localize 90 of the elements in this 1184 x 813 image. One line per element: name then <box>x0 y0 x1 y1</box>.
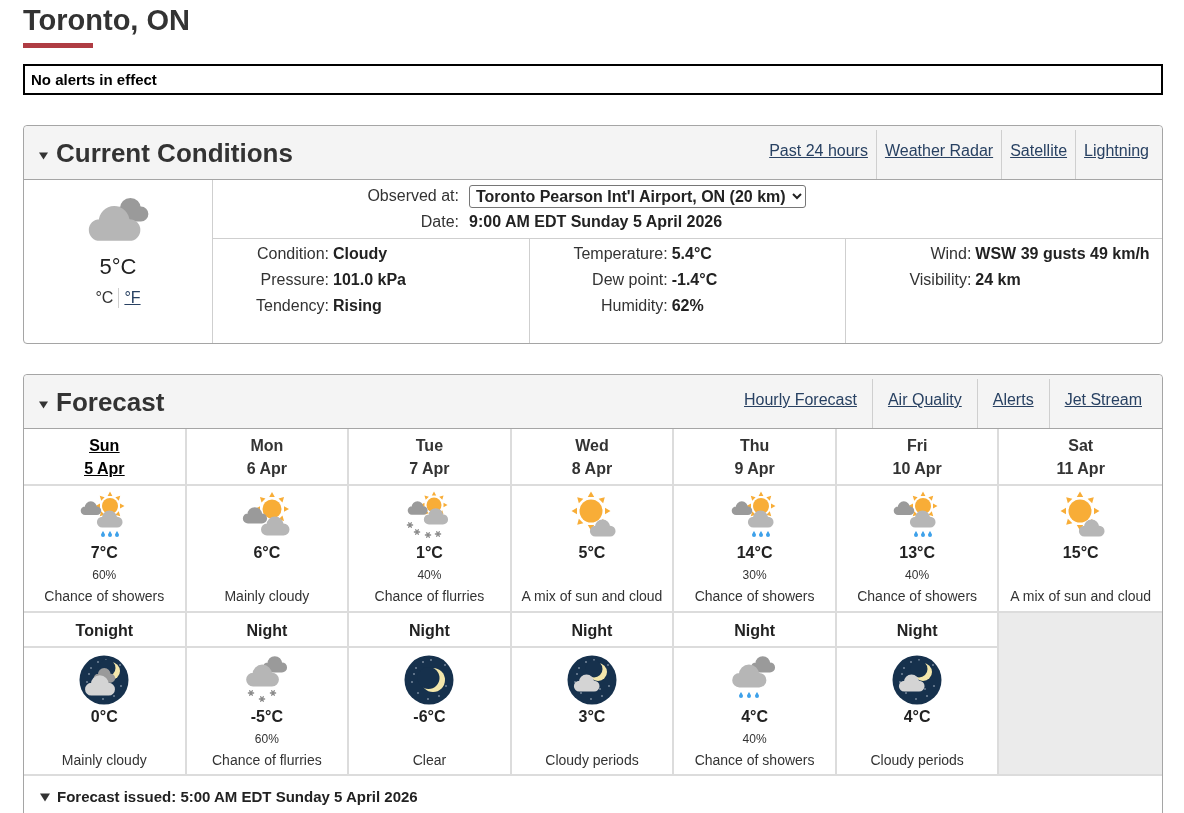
moon-stars-icon <box>404 655 455 705</box>
forecast-temperature: 4°C <box>741 707 768 727</box>
nav-link[interactable]: Air Quality <box>887 390 962 409</box>
forecast-temperature: 15°C <box>1062 543 1099 563</box>
day-tab[interactable]: Fri 10 Apr <box>892 434 942 480</box>
title-underline <box>23 43 93 48</box>
forecast-temperature: 1°C <box>416 543 443 563</box>
precipitation-chance: 60% <box>254 731 279 748</box>
forecast-temperature: 0°C <box>90 707 118 727</box>
precipitation-chance: 60% <box>92 567 117 584</box>
forecast-summary: Mainly cloudy <box>224 587 310 606</box>
forecast-temperature: -6°C <box>413 707 446 727</box>
nav-link[interactable]: Past 24 hours <box>769 141 868 160</box>
forecast-summary: Chance of showers <box>694 751 815 770</box>
caret-icon[interactable] <box>39 400 48 409</box>
forecast-temperature: 14°C <box>736 543 773 563</box>
precipitation-chance: 30% <box>742 567 767 584</box>
field-label: Date: <box>420 213 459 231</box>
field-label: Tendency: <box>255 297 329 315</box>
precipitation-chance: 40% <box>905 567 930 584</box>
field-value: Rising <box>333 297 382 315</box>
forecast-temperature: 6°C <box>253 543 281 563</box>
forecast-temperature: 5°C <box>578 543 606 563</box>
forecast-summary: Cloudy periods <box>870 751 964 770</box>
field-label: Visibility: <box>908 271 972 289</box>
forecast-summary: Clear <box>412 751 447 770</box>
forecast-summary: A mix of sun and cloud <box>1010 587 1152 606</box>
forecast-temperature: -5°C <box>250 707 283 727</box>
clouds-icon <box>87 195 149 242</box>
unit-label: °C <box>95 288 114 308</box>
field-label: Condition: <box>255 245 329 263</box>
precipitation-chance: 40% <box>417 567 442 584</box>
day-tab[interactable]: Mon 6 Apr <box>246 434 287 480</box>
moon-cloud-icon <box>567 655 617 705</box>
forecast-summary: Chance of showers <box>694 587 815 606</box>
night-label: Tonight <box>75 621 133 641</box>
forecast-summary: Cloudy periods <box>545 751 639 770</box>
night-label: Night <box>896 621 938 641</box>
section-title: Current Conditions <box>56 136 293 169</box>
forecast-summary: Chance of showers <box>44 587 165 606</box>
station-select[interactable]: Toronto Pearson Int'l Airport, ON (20 km) <box>469 184 806 208</box>
forecast-temperature: 13°C <box>899 543 935 563</box>
page-title: Toronto, ON <box>23 3 190 38</box>
forecast-temperature: 7°C <box>90 543 118 563</box>
night-label: Night <box>571 621 613 641</box>
forecast-summary: Chance of flurries <box>374 587 485 606</box>
forecast-summary: Mainly cloudy <box>61 751 147 770</box>
alert-banner: No alerts in effect <box>23 64 1163 95</box>
field-value: WSW 39 gusts 49 km/h <box>975 245 1150 263</box>
nav-link[interactable]: Satellite <box>1010 141 1068 160</box>
field-value: -1.4°C <box>671 271 718 289</box>
field-value: 5.4°C <box>671 245 712 263</box>
forecast-temperature: 3°C <box>578 707 606 727</box>
day-tab[interactable]: Sun 5 Apr <box>84 434 125 480</box>
forecast-issued-text: Forecast issued: 5:00 AM EDT Sunday 5 April 2026 <box>57 787 418 807</box>
nav-link[interactable]: Hourly Forecast <box>744 390 857 409</box>
caret-icon[interactable] <box>39 151 48 160</box>
night-label: Night <box>734 621 775 641</box>
unit-link[interactable]: °F <box>124 288 141 308</box>
nav-link[interactable]: Lightning <box>1084 141 1149 160</box>
field-value: Cloudy <box>333 245 388 263</box>
field-value: 9:00 AM EDT Sunday 5 April 2026 <box>469 213 723 231</box>
field-value: 101.0 kPa <box>333 271 406 289</box>
section-title: Forecast <box>56 385 165 418</box>
field-label: Pressure: <box>259 271 329 289</box>
nav-link[interactable]: Jet Stream <box>1064 390 1142 409</box>
nav-link[interactable]: Weather Radar <box>884 141 994 160</box>
day-tab[interactable]: Thu 9 Apr <box>734 434 775 480</box>
night-label: Night <box>409 621 450 641</box>
caret-icon[interactable] <box>40 792 50 802</box>
moon-clouds-icon <box>79 655 130 705</box>
day-tab[interactable]: Tue 7 Apr <box>409 434 450 480</box>
forecast-temperature: 4°C <box>903 707 931 727</box>
field-label: Dew point: <box>591 271 668 289</box>
moon-cloud-icon <box>892 655 943 705</box>
field-label: Humidity: <box>600 297 668 315</box>
day-tab[interactable]: Sat 11 Apr <box>1056 434 1105 480</box>
field-label: Observed at: <box>367 187 459 205</box>
forecast-summary: Chance of flurries <box>212 751 322 770</box>
day-tab[interactable]: Wed 8 Apr <box>571 434 613 480</box>
field-label: Wind: <box>929 245 972 263</box>
nav-link[interactable]: Alerts <box>992 390 1034 409</box>
current-temperature: 5°C <box>99 254 137 280</box>
night-label: Night <box>246 621 288 641</box>
field-value: 24 km <box>975 271 1021 289</box>
precipitation-chance: 40% <box>742 731 767 748</box>
field-value: 62% <box>671 297 704 315</box>
forecast-summary: Chance of showers <box>857 587 978 606</box>
field-label: Temperature: <box>572 245 668 263</box>
forecast-summary: A mix of sun and cloud <box>521 587 663 606</box>
